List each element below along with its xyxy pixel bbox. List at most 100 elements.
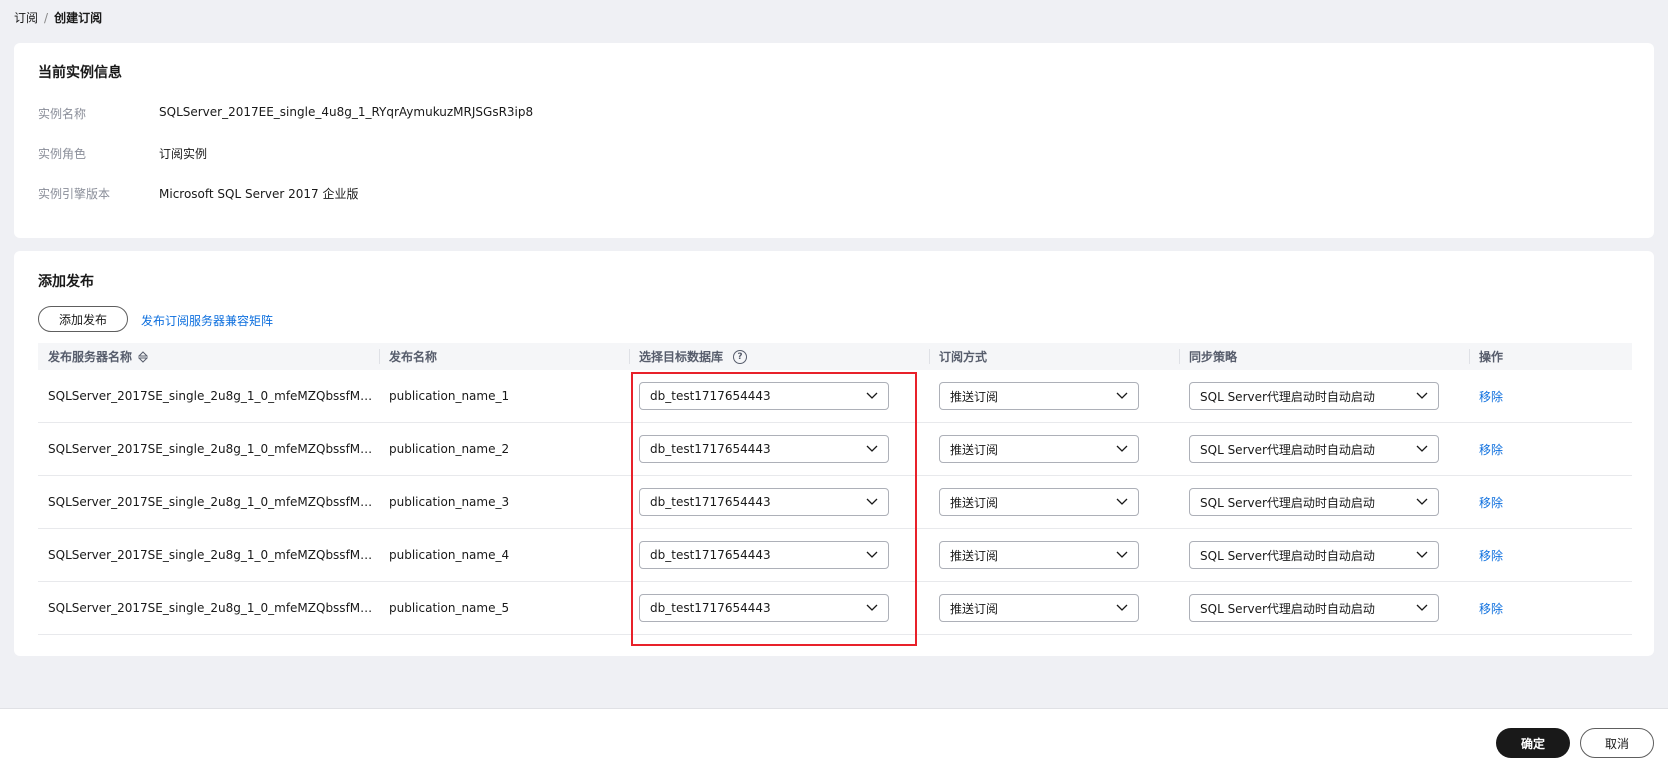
- publication-name: publication_name_1: [389, 389, 510, 403]
- info-row-instance-role: 实例角色 订阅实例: [38, 145, 207, 162]
- action-cell: 移除: [1469, 529, 1632, 581]
- server-cell: SQLServer_2017SE_single_2u8g_1_0_mfeMZQb…: [38, 529, 379, 581]
- add-publication-card: 添加发布 添加发布 发布订阅服务器兼容矩阵 发布服务器名称 发布名称 选择目标数…: [14, 251, 1654, 656]
- table-row: SQLServer_2017SE_single_2u8g_1_0_mfeMZQb…: [38, 423, 1632, 476]
- sync-strategy-select[interactable]: SQL Server代理启动时自动启动: [1189, 488, 1439, 516]
- add-publication-button[interactable]: 添加发布: [38, 306, 129, 332]
- sub-mode-select[interactable]: 推送订阅: [939, 541, 1139, 569]
- remove-link[interactable]: 移除: [1479, 547, 1503, 564]
- chevron-down-icon: [1416, 604, 1428, 611]
- select-value: db_test1717654443: [650, 548, 771, 562]
- info-value: SQLServer_2017EE_single_4u8g_1_RYqrAymuk…: [159, 105, 534, 119]
- remove-link[interactable]: 移除: [1479, 388, 1503, 405]
- table-row: SQLServer_2017SE_single_2u8g_1_0_mfeMZQb…: [38, 370, 1632, 423]
- breadcrumb-subscription-link[interactable]: 订阅: [14, 9, 38, 26]
- table-row: SQLServer_2017SE_single_2u8g_1_0_mfeMZQb…: [38, 476, 1632, 529]
- help-icon[interactable]: ?: [733, 349, 748, 364]
- info-value: 订阅实例: [159, 147, 208, 161]
- info-label: 实例名称: [38, 107, 87, 121]
- pub-name-cell: publication_name_4: [379, 529, 629, 581]
- chevron-down-icon: [866, 392, 878, 399]
- sub-mode-select[interactable]: 推送订阅: [939, 488, 1139, 516]
- sync-strategy-cell: SQL Server代理启动时自动启动: [1179, 423, 1469, 475]
- select-value: db_test1717654443: [650, 495, 771, 509]
- col-header-target-db: 选择目标数据库 ?: [629, 343, 929, 370]
- select-value: 推送订阅: [950, 442, 999, 457]
- publication-name: publication_name_5: [389, 601, 510, 615]
- col-header-label: 发布服务器名称: [48, 350, 133, 364]
- cancel-button[interactable]: 取消: [1580, 728, 1654, 758]
- target-db-cell: db_test1717654443: [629, 423, 929, 475]
- chevron-down-icon: [1116, 445, 1128, 452]
- target-db-cell: db_test1717654443: [629, 476, 929, 528]
- col-header-label: 操作: [1479, 350, 1504, 364]
- compat-matrix-link[interactable]: 发布订阅服务器兼容矩阵: [141, 312, 273, 329]
- target-db-cell: db_test1717654443: [629, 370, 929, 422]
- remove-link[interactable]: 移除: [1479, 441, 1503, 458]
- table-header: 发布服务器名称 发布名称 选择目标数据库 ? 订阅方式 同步策略 操作: [38, 343, 1632, 370]
- col-header-pub-name: 发布名称: [379, 343, 629, 370]
- publication-name: publication_name_2: [389, 442, 510, 456]
- target-db-select[interactable]: db_test1717654443: [639, 488, 889, 516]
- chevron-down-icon: [866, 445, 878, 452]
- select-value: SQL Server代理启动时自动启动: [1200, 601, 1375, 616]
- select-value: SQL Server代理启动时自动启动: [1200, 548, 1375, 563]
- server-name: SQLServer_2017SE_single_2u8g_1_0_mfeMZQb…: [48, 495, 373, 509]
- remove-link[interactable]: 移除: [1479, 494, 1503, 511]
- sync-strategy-select[interactable]: SQL Server代理启动时自动启动: [1189, 594, 1439, 622]
- select-value: db_test1717654443: [650, 601, 771, 615]
- table-row: SQLServer_2017SE_single_2u8g_1_0_mfeMZQb…: [38, 582, 1632, 635]
- select-value: 推送订阅: [950, 548, 999, 563]
- sync-strategy-select[interactable]: SQL Server代理启动时自动启动: [1189, 435, 1439, 463]
- select-value: 推送订阅: [950, 389, 999, 404]
- target-db-select[interactable]: db_test1717654443: [639, 594, 889, 622]
- breadcrumb-current: 创建订阅: [54, 11, 103, 25]
- target-db-select[interactable]: db_test1717654443: [639, 435, 889, 463]
- confirm-button[interactable]: 确定: [1496, 728, 1570, 758]
- sub-mode-cell: 推送订阅: [929, 476, 1179, 528]
- table-row: SQLServer_2017SE_single_2u8g_1_0_mfeMZQb…: [38, 529, 1632, 582]
- server-cell: SQLServer_2017SE_single_2u8g_1_0_mfeMZQb…: [38, 423, 379, 475]
- sub-mode-cell: 推送订阅: [929, 423, 1179, 475]
- add-publication-title: 添加发布: [38, 274, 94, 290]
- instance-info-title: 当前实例信息: [38, 65, 122, 81]
- action-cell: 移除: [1469, 370, 1632, 422]
- sync-strategy-cell: SQL Server代理启动时自动启动: [1179, 582, 1469, 634]
- chevron-down-icon: [1116, 392, 1128, 399]
- target-db-select[interactable]: db_test1717654443: [639, 541, 889, 569]
- server-name: SQLServer_2017SE_single_2u8g_1_0_mfeMZQb…: [48, 601, 373, 615]
- footer-bar: 确定 取消: [0, 708, 1668, 773]
- target-db-select[interactable]: db_test1717654443: [639, 382, 889, 410]
- select-value: SQL Server代理启动时自动启动: [1200, 389, 1375, 404]
- publication-name: publication_name_3: [389, 495, 510, 509]
- chevron-down-icon: [866, 604, 878, 611]
- sub-mode-select[interactable]: 推送订阅: [939, 435, 1139, 463]
- chevron-down-icon: [1416, 551, 1428, 558]
- sync-strategy-select[interactable]: SQL Server代理启动时自动启动: [1189, 541, 1439, 569]
- select-value: SQL Server代理启动时自动启动: [1200, 495, 1375, 510]
- col-header-sync-strategy: 同步策略: [1179, 343, 1469, 370]
- info-label: 实例角色: [38, 147, 87, 161]
- sub-mode-select[interactable]: 推送订阅: [939, 594, 1139, 622]
- select-value: SQL Server代理启动时自动启动: [1200, 442, 1375, 457]
- publication-name: publication_name_4: [389, 548, 510, 562]
- server-name: SQLServer_2017SE_single_2u8g_1_0_mfeMZQb…: [48, 389, 373, 403]
- server-cell: SQLServer_2017SE_single_2u8g_1_0_mfeMZQb…: [38, 370, 379, 422]
- col-header-server[interactable]: 发布服务器名称: [38, 343, 379, 370]
- remove-link[interactable]: 移除: [1479, 600, 1503, 617]
- chevron-down-icon: [1416, 498, 1428, 505]
- sync-strategy-select[interactable]: SQL Server代理启动时自动启动: [1189, 382, 1439, 410]
- select-value: 推送订阅: [950, 495, 999, 510]
- breadcrumb-separator: /: [44, 10, 49, 25]
- chevron-down-icon: [1116, 604, 1128, 611]
- target-db-cell: db_test1717654443: [629, 582, 929, 634]
- sort-icon[interactable]: [138, 350, 149, 363]
- pub-name-cell: publication_name_1: [379, 370, 629, 422]
- col-header-action: 操作: [1469, 343, 1632, 370]
- target-db-cell: db_test1717654443: [629, 529, 929, 581]
- select-value: db_test1717654443: [650, 389, 771, 403]
- server-name: SQLServer_2017SE_single_2u8g_1_0_mfeMZQb…: [48, 548, 373, 562]
- sub-mode-select[interactable]: 推送订阅: [939, 382, 1139, 410]
- chevron-down-icon: [866, 551, 878, 558]
- publication-table: 发布服务器名称 发布名称 选择目标数据库 ? 订阅方式 同步策略 操作 SQLS…: [38, 343, 1632, 635]
